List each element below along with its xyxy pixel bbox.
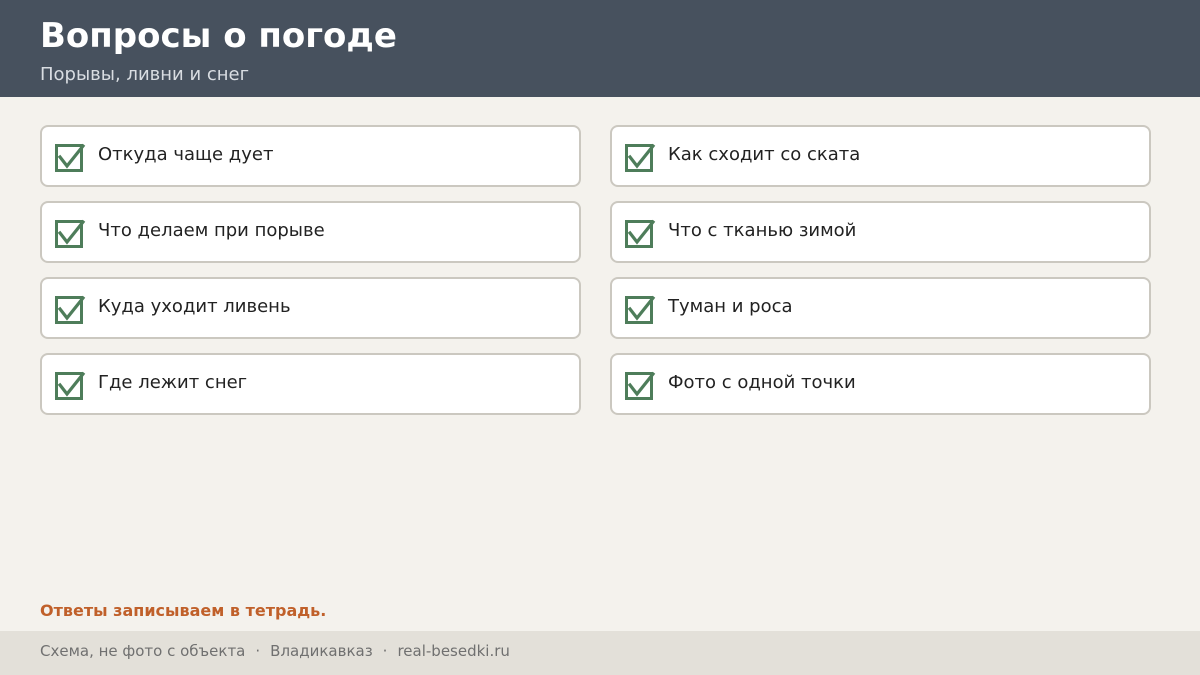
checkbox-checked-icon[interactable] xyxy=(55,143,86,172)
header-bar: Вопросы о погоде Порывы, ливни и снег xyxy=(0,0,1200,97)
checklist-item[interactable]: Туман и роса xyxy=(610,277,1151,339)
footer-bar: Схема, не фото с объекта · Владикавказ · rea… xyxy=(0,631,1200,675)
checklist-item-label: Туман и роса xyxy=(668,296,793,317)
checklist-item[interactable]: Что делаем при порыве xyxy=(40,201,581,263)
checkbox-checked-icon[interactable] xyxy=(625,295,656,324)
footer-separator: · xyxy=(382,642,388,660)
checklist-item-label: Как сходит со ската xyxy=(668,144,861,165)
checkbox-checked-icon[interactable] xyxy=(625,143,656,172)
page-subtitle: Порывы, ливни и снег xyxy=(40,64,250,85)
checklist-item[interactable]: Откуда чаще дует xyxy=(40,125,581,187)
checklist-item-label: Где лежит снег xyxy=(98,372,248,393)
footer-disclaimer: Схема, не фото с объекта xyxy=(40,642,246,660)
checkbox-checked-icon[interactable] xyxy=(55,371,86,400)
footer-website-link[interactable]: real-besedki.ru xyxy=(397,642,509,660)
checkbox-checked-icon[interactable] xyxy=(55,295,86,324)
footer-text: Схема, не фото с объекта · Владикавказ · rea… xyxy=(40,641,510,661)
page-title: Вопросы о погоде xyxy=(40,16,397,56)
checklist-item[interactable]: Где лежит снег xyxy=(40,353,581,415)
checklist-item[interactable]: Что с тканью зимой xyxy=(610,201,1151,263)
checklist-item-label: Откуда чаще дует xyxy=(98,144,274,165)
checklist-item-label: Что делаем при порыве xyxy=(98,220,325,241)
footer-city: Владикавказ xyxy=(270,642,373,660)
checkbox-checked-icon[interactable] xyxy=(625,219,656,248)
checklist-item[interactable]: Как сходит со ската xyxy=(610,125,1151,187)
checklist-item[interactable]: Фото с одной точки xyxy=(610,353,1151,415)
instruction-note: Ответы записываем в тетрадь. xyxy=(40,601,327,620)
checklist-item-label: Куда уходит ливень xyxy=(98,296,291,317)
checklist-item-label: Фото с одной точки xyxy=(668,372,856,393)
checklist-item-label: Что с тканью зимой xyxy=(668,220,857,241)
checkbox-checked-icon[interactable] xyxy=(625,371,656,400)
checkbox-checked-icon[interactable] xyxy=(55,219,86,248)
checklist-item[interactable]: Куда уходит ливень xyxy=(40,277,581,339)
footer-separator: · xyxy=(255,642,261,660)
